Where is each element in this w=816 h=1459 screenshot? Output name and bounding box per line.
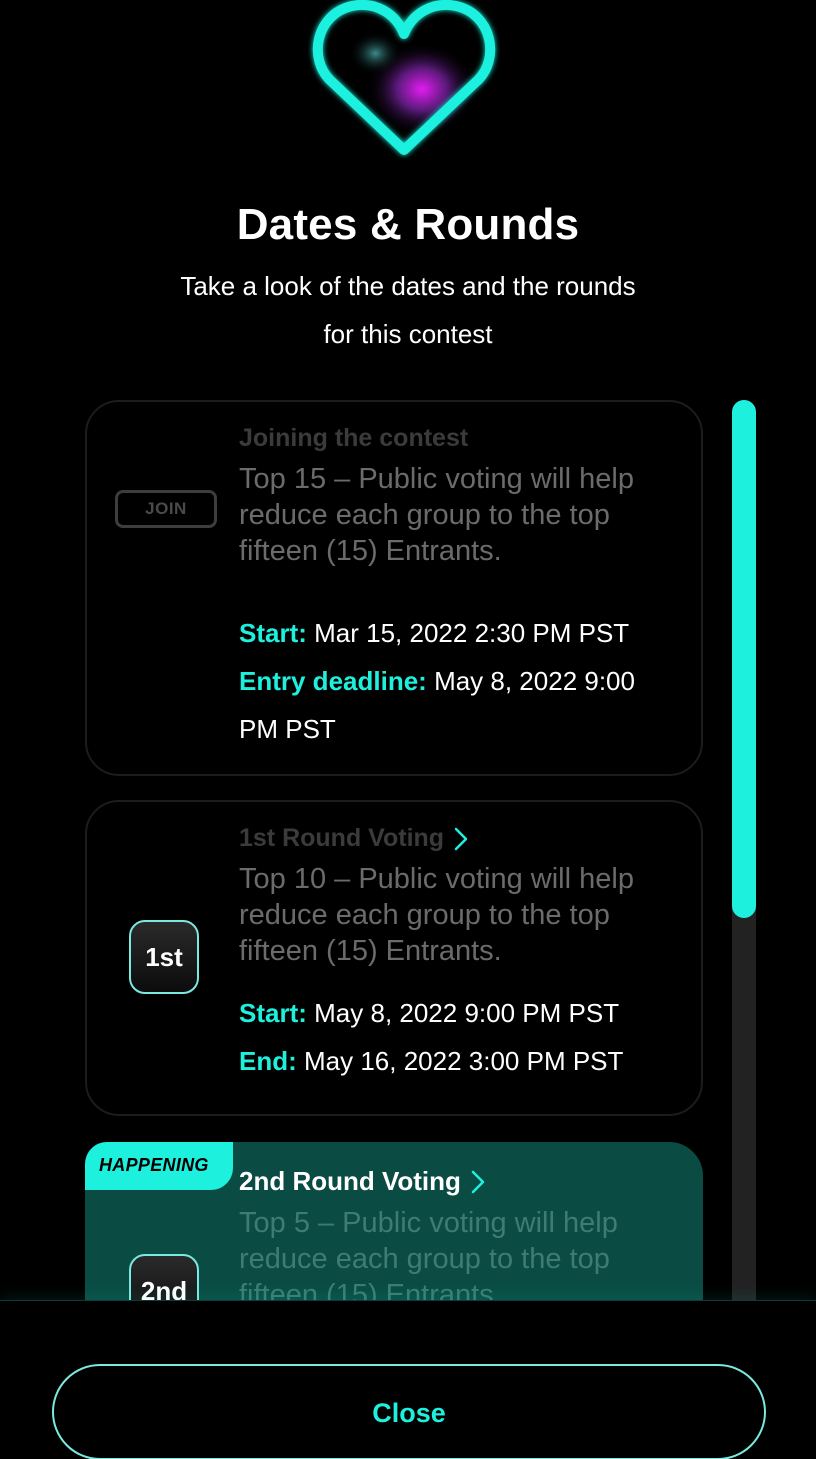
page-subtitle: Take a look of the dates and the rounds … bbox=[180, 271, 636, 349]
start-row: Start: May 8, 2022 9:00 PM PST bbox=[239, 989, 681, 1037]
round-card-2nd[interactable]: HAPPENING 2nd 2nd Round Voting Top 5 – P… bbox=[85, 1142, 703, 1300]
round-badge: 2nd bbox=[129, 1254, 199, 1300]
start-value: May 8, 2022 9:00 PM PST bbox=[314, 998, 620, 1028]
round-description: Top 15 – Public voting will help reduce … bbox=[239, 463, 634, 567]
start-row: Start: Mar 15, 2022 2:30 PM PST bbox=[239, 609, 681, 657]
end-row: End: May 16, 2022 3:00 PM PST bbox=[239, 1037, 681, 1085]
scrollbar[interactable] bbox=[732, 400, 756, 1318]
round-dates: Start: May 8, 2022 9:00 PM PST End: May … bbox=[239, 989, 681, 1085]
round-description: Top 5 – Public voting will help reduce e… bbox=[239, 1207, 618, 1300]
start-value: Mar 15, 2022 2:30 PM PST bbox=[314, 618, 630, 648]
happening-badge: HAPPENING bbox=[85, 1142, 233, 1190]
dates-rounds-screen: Dates & Rounds Take a look of the dates … bbox=[0, 0, 816, 1459]
round-heading-text: 2nd Round Voting bbox=[239, 1166, 461, 1196]
start-label: Start: bbox=[239, 618, 307, 648]
chevron-right-icon bbox=[454, 827, 468, 850]
chevron-right-icon bbox=[471, 1170, 485, 1193]
round-heading: Joining the contest bbox=[239, 424, 681, 453]
start-label: Start: bbox=[239, 998, 307, 1028]
scrollbar-thumb[interactable] bbox=[732, 400, 756, 918]
round-card-1st[interactable]: 1st 1st Round Voting Top 10 – Public vot… bbox=[85, 800, 703, 1116]
round-badge: 1st bbox=[129, 920, 199, 994]
round-description: Top 10 – Public voting will help reduce … bbox=[239, 863, 634, 967]
join-badge: JOIN bbox=[115, 490, 217, 528]
round-heading-text: Joining the contest bbox=[239, 424, 469, 452]
end-label: End: bbox=[239, 1046, 297, 1076]
close-button[interactable]: Close bbox=[52, 1364, 766, 1459]
deadline-row: Entry deadline: May 8, 2022 9:00 PM PST bbox=[239, 657, 681, 753]
round-heading[interactable]: 2nd Round Voting bbox=[239, 1166, 681, 1197]
round-heading[interactable]: 1st Round Voting bbox=[239, 824, 681, 853]
end-value: May 16, 2022 3:00 PM PST bbox=[304, 1046, 624, 1076]
deadline-label: Entry deadline: bbox=[239, 666, 427, 696]
rounds-list[interactable]: JOIN Joining the contest Top 15 – Public… bbox=[0, 400, 816, 1300]
round-heading-text: 1st Round Voting bbox=[239, 824, 445, 852]
page-title: Dates & Rounds bbox=[236, 200, 580, 249]
round-card-join: JOIN Joining the contest Top 15 – Public… bbox=[85, 400, 703, 776]
round-dates: Start: Mar 15, 2022 2:30 PM PST Entry de… bbox=[239, 609, 681, 753]
bottom-bar: Close bbox=[0, 1300, 816, 1459]
heart-icon bbox=[308, 0, 500, 160]
